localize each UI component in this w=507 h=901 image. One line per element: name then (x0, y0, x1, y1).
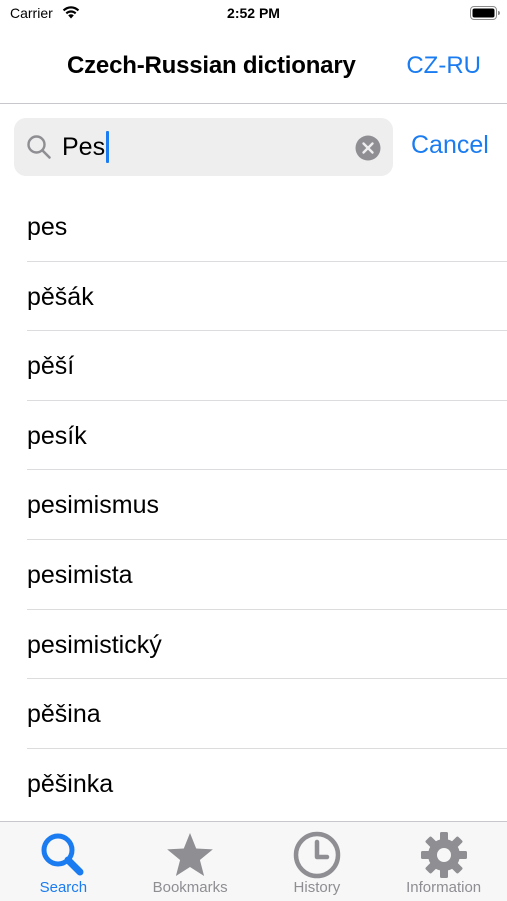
list-item-label: pěšák (27, 282, 94, 311)
list-item[interactable]: pesimismus (0, 470, 507, 540)
list-item-label: pěšina (27, 700, 101, 729)
tab-label: Information (406, 879, 482, 896)
list-item[interactable]: pěšina (0, 679, 507, 749)
clock-icon (293, 831, 341, 879)
list-item-label: pesimista (27, 560, 133, 589)
search-icon (41, 833, 84, 876)
tab-label: History (293, 879, 341, 896)
language-pair-button[interactable]: CZ-RU (406, 52, 481, 80)
search-field[interactable]: Pes (14, 118, 393, 176)
list-item[interactable]: pes (0, 192, 507, 262)
tab-bookmarks[interactable]: Bookmarks (127, 822, 254, 901)
page-title: Czech-Russian dictionary (67, 52, 356, 79)
clear-icon[interactable] (355, 135, 381, 161)
gear-icon (420, 832, 467, 878)
nav-bar: Czech-Russian dictionary CZ-RU (0, 30, 507, 104)
search-icon (27, 135, 51, 159)
status-time: 2:52 PM (227, 5, 280, 21)
results-list: pes pěšák pěší pesík pesimismus pesimist… (0, 192, 507, 818)
list-item-label: pěšinka (27, 769, 114, 798)
list-item[interactable]: pěšinka (0, 749, 507, 819)
tab-search[interactable]: Search (0, 822, 127, 901)
list-item-label: pesimistický (27, 630, 162, 659)
tab-bar: Search Bookmarks History Information (0, 821, 507, 901)
list-item-label: pesimismus (27, 491, 159, 520)
tab-information[interactable]: Information (380, 822, 507, 901)
star-icon (167, 833, 213, 876)
list-item[interactable]: pěšák (0, 262, 507, 332)
status-bar: Carrier 2:52 PM (0, 0, 507, 30)
list-item[interactable]: pesík (0, 401, 507, 471)
list-item-label: pes (27, 213, 68, 241)
list-item[interactable]: pesimistický (0, 610, 507, 680)
tab-history[interactable]: History (254, 822, 381, 901)
cancel-button[interactable]: Cancel (411, 131, 489, 160)
search-input[interactable]: Pes (62, 132, 105, 162)
tab-label: Search (39, 879, 88, 896)
list-item[interactable]: pesimista (0, 540, 507, 610)
battery-icon (470, 6, 500, 20)
list-item[interactable]: pěší (0, 331, 507, 401)
list-item-label: pěší (27, 352, 75, 381)
list-item-label: pesík (27, 421, 87, 450)
text-cursor (106, 131, 109, 163)
tab-label: Bookmarks (152, 879, 228, 896)
